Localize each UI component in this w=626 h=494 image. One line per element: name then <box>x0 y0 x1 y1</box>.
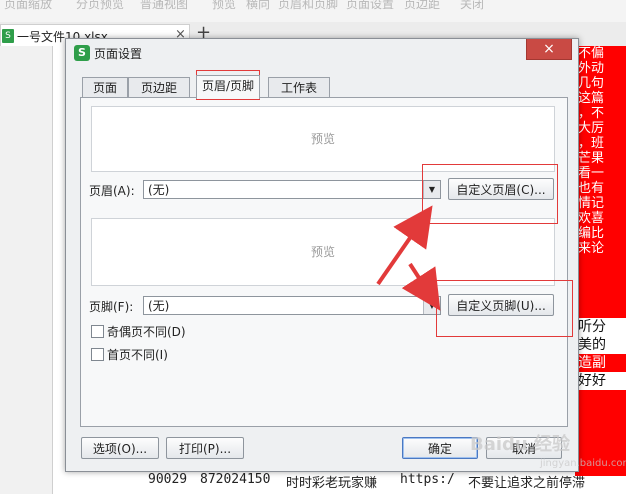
watermark-sub: jingyan.baidu.com <box>540 458 626 469</box>
annotation-arrow-up <box>376 205 433 286</box>
watermark: Baidu 经验 <box>470 434 571 455</box>
annotation-arrow-down <box>401 262 441 311</box>
annotation-arrows <box>376 205 441 311</box>
tab-header-footer[interactable]: 页眉/页脚 <box>196 75 260 99</box>
